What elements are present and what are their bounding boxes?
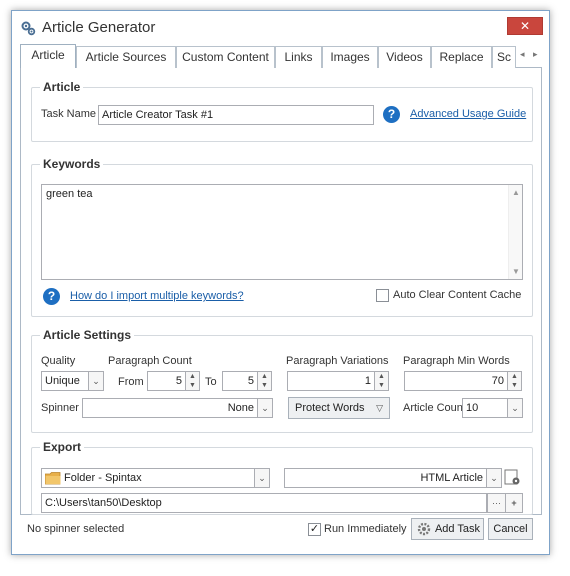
protect-words-dropdown-icon: ▽ — [376, 403, 383, 413]
quality-label: Quality — [41, 355, 76, 367]
auto-clear-checkbox[interactable] — [376, 289, 389, 302]
export-folder-dropdown-icon[interactable]: ⌄ — [254, 468, 270, 488]
advanced-usage-guide-link[interactable]: Advanced Usage Guide — [410, 108, 526, 120]
tab-replace[interactable]: Replace — [431, 46, 492, 68]
tab-article[interactable]: Article — [20, 44, 76, 69]
scroll-up-icon[interactable]: ▲ — [512, 188, 520, 197]
to-input[interactable]: 5 — [222, 371, 258, 391]
from-label: From — [118, 376, 144, 388]
cancel-button[interactable]: Cancel — [488, 518, 533, 540]
tab-custom-content[interactable]: Custom Content — [176, 46, 275, 68]
title-bar: Article Generator ✕ — [12, 11, 549, 45]
auto-clear-label: Auto Clear Content Cache — [393, 289, 522, 301]
keywords-group-title: Keywords — [40, 157, 104, 171]
paragraph-min-words-label: Paragraph Min Words — [403, 355, 510, 367]
close-button[interactable]: ✕ — [507, 17, 543, 35]
scroll-down-icon[interactable]: ▼ — [512, 267, 520, 276]
add-task-gear-icon — [417, 522, 431, 536]
tab-scroll-left-icon[interactable]: ◂ — [520, 49, 525, 60]
tab-content-article: Article Task Name Article Creator Task #… — [20, 68, 542, 515]
run-immediately-label: Run Immediately — [324, 523, 407, 535]
status-text: No spinner selected — [27, 523, 125, 535]
export-format-dropdown-icon[interactable]: ⌄ — [486, 468, 502, 488]
article-generator-window: Article Generator ✕ Article Article Sour… — [11, 10, 550, 555]
quality-dropdown-icon[interactable]: ⌄ — [88, 371, 104, 391]
keywords-help-icon[interactable]: ? — [43, 288, 60, 305]
tab-schedule[interactable]: Sc — [492, 46, 516, 68]
spinner-label: Spinner — [41, 402, 79, 414]
export-folder-value: Folder - Spintax — [64, 472, 142, 484]
paragraph-variations-input[interactable]: 1 — [287, 371, 375, 391]
tab-scroll-right-icon[interactable]: ▸ — [533, 49, 538, 60]
from-spinner[interactable]: ▲ ▼ — [186, 371, 200, 391]
import-keywords-link[interactable]: How do I import multiple keywords? — [70, 290, 244, 302]
spinner-select[interactable]: None — [82, 398, 258, 418]
article-group: Article Task Name Article Creator Task #… — [31, 80, 533, 142]
export-group-title: Export — [40, 440, 85, 454]
gears-icon — [21, 21, 36, 36]
article-count-dropdown-icon[interactable]: ⌄ — [507, 398, 523, 418]
export-folder-select[interactable]: Folder - Spintax — [41, 468, 261, 488]
article-group-title: Article — [40, 80, 84, 94]
paragraph-variations-label: Paragraph Variations — [286, 355, 389, 367]
task-name-input[interactable]: Article Creator Task #1 — [98, 105, 374, 125]
tab-links[interactable]: Links — [275, 46, 322, 68]
article-settings-group: Article Settings Quality Unique ⌄ Paragr… — [31, 328, 533, 433]
article-count-label: Article Count — [403, 402, 466, 414]
article-settings-group-title: Article Settings — [40, 328, 135, 342]
paragraph-min-words-spinner[interactable]: ▲ ▼ — [508, 371, 522, 391]
export-group: Export Folder - Spintax ⌄ HTML Article ⌄… — [31, 440, 533, 515]
help-icon[interactable]: ? — [383, 106, 400, 123]
protect-words-button[interactable]: Protect Words ▽ — [288, 397, 390, 419]
add-path-button[interactable]: + — [505, 493, 523, 513]
to-spinner[interactable]: ▲ ▼ — [258, 371, 272, 391]
folder-icon — [45, 472, 61, 485]
paragraph-count-label: Paragraph Count — [108, 355, 192, 367]
run-immediately-checkbox[interactable]: ✓ — [308, 523, 321, 536]
keywords-group: Keywords green tea ▲ ▼ ? How do I import… — [31, 157, 533, 317]
quality-select[interactable]: Unique — [41, 371, 89, 391]
protect-words-label: Protect Words — [295, 402, 365, 414]
article-count-select[interactable]: 10 — [462, 398, 508, 418]
tab-videos[interactable]: Videos — [378, 46, 431, 68]
browse-button[interactable]: ··· — [487, 493, 506, 513]
add-task-label: Add Task — [434, 523, 481, 535]
export-path-input[interactable]: C:\Users\tan50\Desktop — [41, 493, 487, 513]
from-input[interactable]: 5 — [147, 371, 186, 391]
window-title: Article Generator — [42, 19, 156, 36]
to-label: To — [205, 376, 217, 388]
tab-images[interactable]: Images — [322, 46, 378, 68]
paragraph-min-words-input[interactable]: 70 — [404, 371, 508, 391]
tab-article-sources[interactable]: Article Sources — [76, 46, 176, 68]
tab-strip: Article Article Sources Custom Content L… — [20, 44, 542, 69]
spinner-dropdown-icon[interactable]: ⌄ — [257, 398, 273, 418]
keywords-textarea[interactable]: green tea ▲ ▼ — [41, 184, 523, 280]
export-settings-icon[interactable] — [504, 469, 522, 487]
keywords-scrollbar[interactable]: ▲ ▼ — [508, 185, 522, 279]
paragraph-variations-spinner[interactable]: ▲ ▼ — [375, 371, 389, 391]
keywords-text: green tea — [46, 188, 93, 200]
task-name-label: Task Name — [41, 108, 97, 120]
export-format-select[interactable]: HTML Article — [284, 468, 487, 488]
